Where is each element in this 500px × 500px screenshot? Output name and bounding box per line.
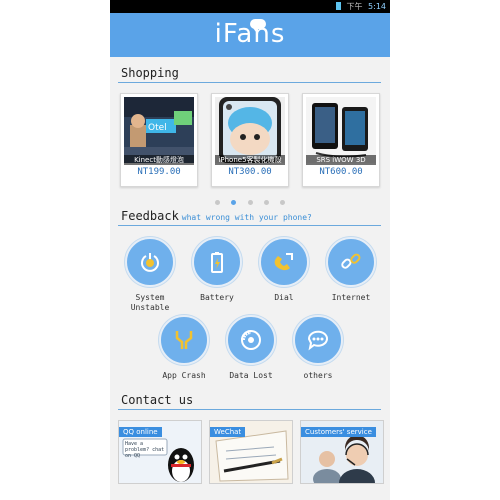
product-price: NT300.00 — [228, 167, 272, 177]
phone-screen: 下午 5:14 iFans Shopping Otel Kinect動感燈泡 N… — [110, 0, 390, 500]
feedback-label: Internet — [331, 293, 371, 302]
feedback-header: Feedback what wrong with your phone? — [121, 209, 312, 223]
status-period: 下午 — [346, 2, 363, 11]
contact-label: Customers' service — [301, 427, 376, 437]
contact-divider — [118, 409, 381, 410]
feedback-internet[interactable]: Internet — [321, 237, 381, 303]
contact-label: WeChat — [210, 427, 246, 437]
product-image — [306, 97, 376, 163]
svg-text:Otel: Otel — [148, 123, 167, 133]
pager-dot-active[interactable] — [231, 200, 237, 205]
product-image: Otel — [124, 97, 194, 163]
feedback-divider — [118, 225, 381, 226]
contact-wechat[interactable]: WeChat — [209, 420, 293, 484]
carousel-pager[interactable] — [110, 190, 390, 209]
pager-dot[interactable] — [279, 200, 285, 205]
feedback-battery[interactable]: Battery — [187, 237, 247, 303]
product-caption: SRS iWOW 3D — [306, 155, 376, 165]
pager-dot[interactable] — [247, 200, 253, 205]
shopping-title: Shopping — [121, 66, 179, 80]
shopping-divider — [118, 82, 381, 83]
feedback-label: others — [303, 371, 333, 380]
feedback-label: Dial — [274, 293, 294, 302]
status-bar: 下午 5:14 — [110, 0, 390, 13]
pager-dot[interactable] — [215, 200, 221, 205]
status-time: 5:14 — [368, 2, 386, 11]
phone-icon — [259, 237, 309, 287]
feedback-system-unstable[interactable]: System Unstable — [120, 237, 180, 313]
link-icon — [326, 237, 376, 287]
contact-label: QQ online — [119, 427, 162, 437]
pager-dot[interactable] — [263, 200, 269, 205]
broken-app-icon — [159, 315, 209, 365]
product-card[interactable]: iPhone5客製化機殼 NT300.00 — [211, 93, 289, 187]
feedback-label: Data Lost — [229, 371, 273, 380]
feedback-app-crash[interactable]: App Crash — [154, 315, 214, 381]
feedback-title: Feedback — [121, 209, 179, 223]
product-card[interactable]: SRS iWOW 3D NT600.00 — [302, 93, 380, 187]
battery-icon — [192, 237, 242, 287]
product-caption: Kinect動感燈泡 — [124, 155, 194, 165]
feedback-data-lost[interactable]: Data Lost — [221, 315, 281, 381]
power-icon — [125, 237, 175, 287]
product-image — [215, 97, 285, 163]
disc-icon — [226, 315, 276, 365]
battery-status-icon — [335, 2, 341, 10]
product-card[interactable]: Otel Kinect動感燈泡 NT199.00 — [120, 93, 198, 187]
contact-title: Contact us — [121, 393, 194, 407]
feedback-dial[interactable]: Dial — [254, 237, 314, 303]
feedback-label: System Unstable — [130, 293, 170, 312]
feedback-subtitle: what wrong with your phone? — [181, 213, 312, 222]
contact-customer-service[interactable]: Customers' service — [300, 420, 384, 484]
feedback-others[interactable]: others — [288, 315, 348, 381]
feedback-label: Battery — [200, 293, 234, 302]
app-header: iFans — [110, 13, 390, 57]
product-caption: iPhone5客製化機殼 — [215, 155, 285, 165]
contact-qq[interactable]: QQ online Have a problem? chat on QQ — [118, 420, 202, 484]
chat-dots-icon — [293, 315, 343, 365]
product-price: NT199.00 — [137, 167, 181, 177]
logo-bubble-icon — [250, 19, 266, 32]
qq-chat-bubble: Have a problem? chat on QQ — [125, 441, 165, 459]
product-price: NT600.00 — [319, 167, 363, 177]
feedback-label: App Crash — [162, 371, 206, 380]
